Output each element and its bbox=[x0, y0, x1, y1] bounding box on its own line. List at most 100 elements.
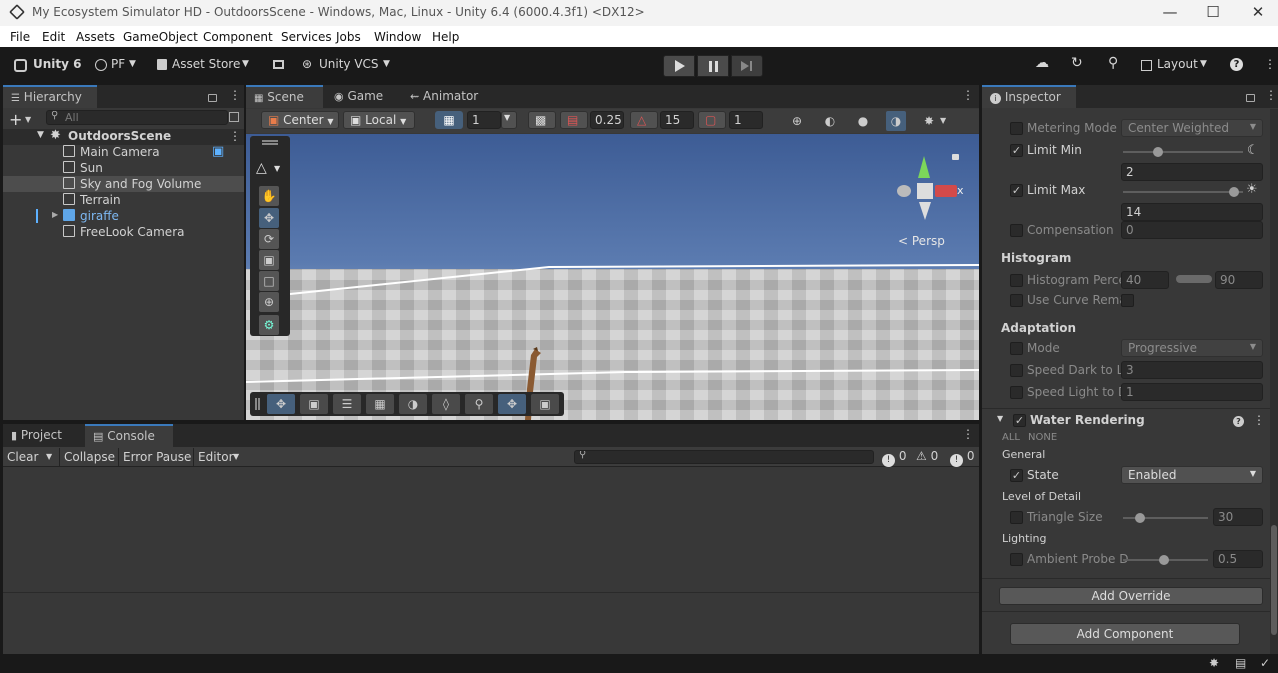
metering-mode-dropdown[interactable]: Center Weighted ▼ bbox=[1121, 119, 1263, 137]
pivot-dropdown[interactable]: ▣ Center ▼ bbox=[261, 111, 339, 129]
close-window-button[interactable]: ✕ bbox=[1238, 2, 1278, 24]
view-tool-3-icon[interactable]: ☰ bbox=[333, 394, 361, 414]
view-tool-4-icon[interactable]: ▦ bbox=[366, 394, 394, 414]
increment-snap-button[interactable]: ▤ bbox=[560, 111, 588, 129]
inspector-scrollbar-thumb[interactable] bbox=[1271, 525, 1277, 635]
account-icon[interactable] bbox=[95, 59, 107, 71]
menu-jobs[interactable]: Jobs bbox=[336, 30, 361, 44]
tab-console[interactable]: ▤ Console bbox=[85, 424, 173, 447]
grid-toggle-button[interactable]: ▦ bbox=[435, 111, 463, 129]
menu-file[interactable]: File bbox=[10, 30, 30, 44]
use-curve-checkbox[interactable] bbox=[1121, 294, 1134, 307]
console-search-input[interactable]: ⚲ bbox=[574, 450, 874, 464]
use-curve-override-checkbox[interactable] bbox=[1010, 294, 1023, 307]
editor-dropdown[interactable]: Editor bbox=[198, 450, 234, 464]
more-icon[interactable]: ⋮ bbox=[1264, 57, 1276, 71]
histogram-max-field[interactable]: 90 bbox=[1215, 271, 1263, 289]
custom-tool-icon[interactable]: ⚙ bbox=[259, 315, 279, 335]
lit-sphere-icon[interactable]: ● bbox=[853, 111, 873, 131]
camera-view-icon[interactable]: ▣ bbox=[531, 394, 559, 414]
menu-assets[interactable]: Assets bbox=[76, 30, 115, 44]
view-tool-6-icon[interactable]: ◊ bbox=[432, 394, 460, 414]
scene-expand-icon[interactable]: ▼ bbox=[37, 130, 44, 140]
rotate-tool-icon[interactable]: ⟳ bbox=[259, 229, 279, 249]
asset-store-dropdown[interactable]: Asset Store bbox=[172, 57, 240, 71]
move-view-icon[interactable]: ✥ bbox=[267, 394, 295, 414]
clear-button[interactable]: Clear bbox=[7, 450, 38, 464]
more-icon[interactable]: ⋮ bbox=[1265, 88, 1277, 102]
projection-toggle[interactable]: < Persp bbox=[898, 234, 945, 248]
help-icon[interactable]: ? bbox=[1233, 416, 1244, 427]
menu-gameobject[interactable]: GameObject bbox=[123, 30, 198, 44]
menu-edit[interactable]: Edit bbox=[42, 30, 65, 44]
ambient-probe-field[interactable]: 0.5 bbox=[1213, 550, 1263, 568]
ambient-probe-override-checkbox[interactable] bbox=[1010, 553, 1023, 566]
step-button[interactable] bbox=[731, 55, 763, 77]
filter-icon[interactable] bbox=[229, 112, 239, 122]
rotation-snap-field[interactable]: 15 bbox=[660, 111, 694, 129]
info-count-toggle[interactable]: ! 0 bbox=[882, 449, 906, 467]
clear-options-chevron-icon[interactable]: ▼ bbox=[46, 452, 52, 461]
limit-max-slider-knob[interactable] bbox=[1229, 187, 1239, 197]
more-icon[interactable]: ⋮ bbox=[962, 88, 974, 102]
snap-toggle-button[interactable]: ▩ bbox=[528, 111, 556, 129]
grid-dropdown[interactable]: ▼ bbox=[501, 111, 517, 129]
limit-min-slider-track[interactable] bbox=[1123, 151, 1243, 153]
rect-tool-icon[interactable]: □ bbox=[259, 271, 279, 291]
grid-size-field[interactable]: 1 bbox=[467, 111, 501, 129]
vcs-dropdown[interactable]: Unity VCS bbox=[319, 57, 379, 71]
tab-game[interactable]: ◉ Game bbox=[326, 85, 391, 108]
water-expand-icon[interactable]: ▼ bbox=[997, 414, 1003, 423]
tab-inspector[interactable]: i Inspector bbox=[982, 85, 1076, 108]
limit-max-field[interactable]: 14 bbox=[1121, 203, 1263, 221]
scene-lighting-toggle[interactable]: ◑ bbox=[886, 111, 906, 131]
overlay-handle[interactable] bbox=[255, 398, 257, 410]
speed-light-field[interactable]: 1 bbox=[1121, 383, 1263, 401]
pause-button[interactable] bbox=[697, 55, 729, 77]
bug-icon[interactable]: ✸ bbox=[1209, 656, 1219, 670]
object-mode-icon[interactable]: △ bbox=[256, 160, 267, 176]
menu-window[interactable]: Window bbox=[374, 30, 421, 44]
hierarchy-item-terrain[interactable]: Terrain bbox=[63, 193, 121, 207]
scene-menu-icon[interactable]: ⋮ bbox=[229, 129, 241, 143]
triangle-size-override-checkbox[interactable] bbox=[1010, 511, 1023, 524]
giraffe-expand-icon[interactable]: ▶ bbox=[52, 210, 58, 219]
hand-tool-icon[interactable]: ✋ bbox=[259, 186, 279, 206]
orientation-gizmo[interactable]: x bbox=[891, 152, 971, 242]
minimize-button[interactable]: — bbox=[1150, 2, 1190, 24]
menu-services[interactable]: Services bbox=[281, 30, 332, 44]
component-menu-icon[interactable]: ⋮ bbox=[1253, 413, 1265, 427]
maximize-button[interactable]: ☐ bbox=[1193, 2, 1233, 24]
lock-icon[interactable] bbox=[208, 94, 217, 102]
layout-dropdown[interactable]: Layout bbox=[1157, 57, 1198, 71]
error-pause-button[interactable]: Error Pause bbox=[123, 450, 191, 464]
add-override-button[interactable]: Add Override bbox=[999, 587, 1263, 605]
limit-min-slider-knob[interactable] bbox=[1153, 147, 1163, 157]
speed-dark-override-checkbox[interactable] bbox=[1010, 364, 1023, 377]
hierarchy-item-sun[interactable]: Sun bbox=[63, 161, 103, 175]
view-tool-5-icon[interactable]: ◑ bbox=[399, 394, 427, 414]
rotation-snap-button[interactable]: △ bbox=[630, 111, 658, 129]
water-rendering-enable-checkbox[interactable]: ✓ bbox=[1013, 414, 1026, 427]
warn-count-toggle[interactable]: ⚠ 0 bbox=[916, 449, 938, 463]
tab-hierarchy[interactable]: ☰ Hierarchy bbox=[3, 85, 97, 108]
menu-help[interactable]: Help bbox=[432, 30, 459, 44]
tab-project[interactable]: ▮ Project bbox=[3, 424, 70, 447]
gizmos-icon[interactable]: ✸ bbox=[919, 111, 939, 131]
state-override-checkbox[interactable]: ✓ bbox=[1010, 469, 1023, 482]
transform-tool-icon[interactable]: ⊕ bbox=[259, 292, 279, 312]
none-button[interactable]: NONE bbox=[1028, 432, 1057, 443]
view-tool-8-icon[interactable]: ✥ bbox=[498, 394, 526, 414]
console-log-area[interactable] bbox=[3, 468, 979, 591]
limit-min-override-checkbox[interactable]: ✓ bbox=[1010, 144, 1023, 157]
hierarchy-item-sky-fog[interactable]: Sky and Fog Volume bbox=[63, 177, 201, 191]
histogram-range-slider[interactable] bbox=[1176, 275, 1212, 283]
hierarchy-item-giraffe[interactable]: giraffe bbox=[63, 209, 119, 223]
scale-snap-button[interactable]: ▢ bbox=[698, 111, 726, 129]
all-button[interactable]: ALL bbox=[1002, 432, 1020, 443]
collapse-button[interactable]: Collapse bbox=[64, 450, 115, 464]
mode-override-checkbox[interactable] bbox=[1010, 342, 1023, 355]
triangle-size-slider-knob[interactable] bbox=[1135, 513, 1145, 523]
gizmo-lock-icon[interactable] bbox=[952, 154, 959, 160]
tab-animator[interactable]: ⇜ Animator bbox=[402, 85, 486, 108]
